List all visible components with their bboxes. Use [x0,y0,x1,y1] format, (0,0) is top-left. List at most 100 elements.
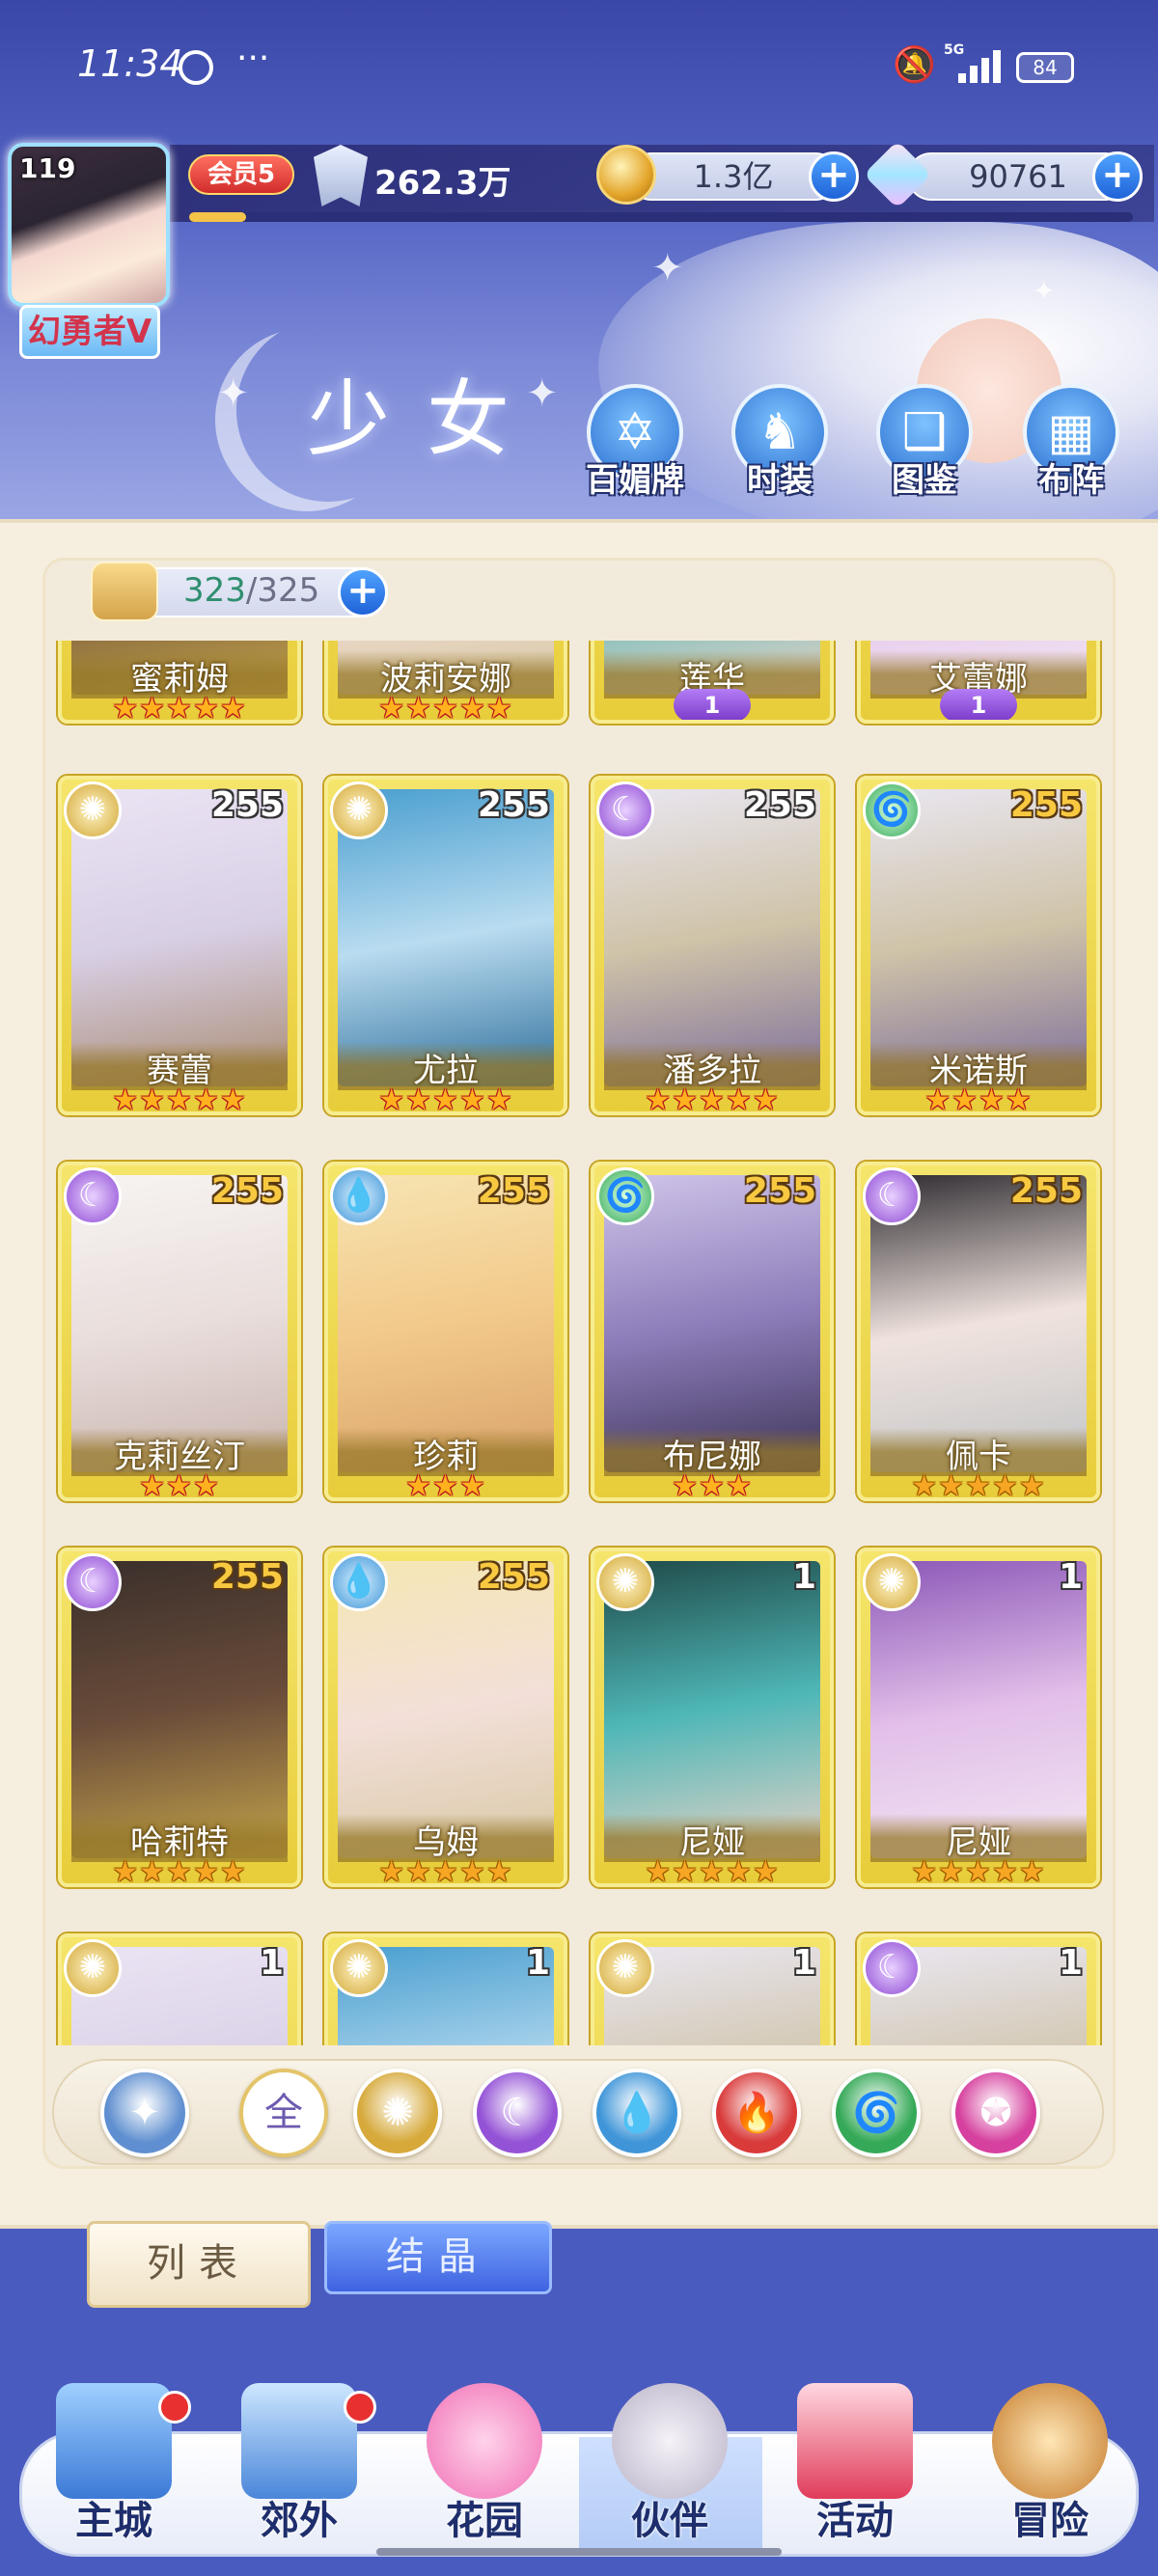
star-icon: ★ [699,1083,726,1115]
star-rating: ★★★★★ [861,1855,1096,1887]
sparkle-icon: ✦ [651,246,684,290]
character-card[interactable]: ✺ 1 [591,1933,834,2045]
bottom-nav-partner[interactable]: 伙伴 [583,2383,757,2566]
tab-list[interactable]: 列表 [87,2221,311,2308]
nav-button-fashion[interactable]: ♞ 时装 [722,384,838,500]
filter-rarity-button[interactable]: ✦ [100,2069,189,2157]
character-card[interactable]: 🌀 255 布尼娜 ★★★ [591,1162,834,1501]
nav-button-label: 图鉴 [892,461,957,500]
nav-button-card[interactable]: ✡ 百媚牌 [577,384,693,500]
filter-water-button[interactable]: 💧 [593,2069,681,2157]
character-card[interactable]: ✺ 255 赛蕾 ★★★★★ [58,776,301,1115]
star-icon: ★ [432,1469,459,1501]
star-icon: ★ [139,1083,167,1115]
character-card[interactable]: 蜜莉姆 ★★★★★ [58,641,301,724]
signal-icon [941,44,1001,83]
status-time: 11:34 [77,42,183,85]
star-icon: ★ [378,692,406,724]
home-indicator[interactable] [376,2548,782,2556]
star-icon: ★ [699,1469,726,1501]
star-icon: ★ [192,1083,220,1115]
bottom-nav-main-city[interactable]: 主城 [27,2383,201,2566]
nav-button-grid[interactable]: ▦ 布阵 [1013,384,1129,500]
character-card[interactable]: 莲华 1 [591,641,834,724]
bottom-nav-label: 活动 [816,2499,894,2543]
star-icon: ★ [378,1083,406,1115]
filter-fire-button[interactable]: 🔥 [712,2069,801,2157]
bottom-nav-adventure[interactable]: 冒险 [963,2383,1137,2566]
star-rating: ★★★★★ [328,1083,564,1115]
gold-amount: 1.3亿 [627,152,840,201]
star-icon: ★ [1005,1083,1033,1115]
star-icon: ★ [1018,1469,1046,1501]
star-icon: ★ [924,1083,952,1115]
character-card[interactable]: 💧 255 珍莉 ★★★ [324,1162,567,1501]
star-icon: ★ [485,692,513,724]
nav-button-label: 时装 [747,461,813,500]
nav-button-label: 布阵 [1038,461,1104,500]
star-rating: ★★★★★ [62,1083,297,1115]
character-card[interactable]: ☾ 1 [857,1933,1100,2045]
notification-dot [158,2391,191,2424]
sparkle-icon: ✦ [217,371,250,416]
nav-button-label: 百媚牌 [586,461,684,500]
character-card[interactable]: ☾ 255 哈莉特 ★★★★★ [58,1548,301,1887]
character-level: 255 [743,1171,816,1211]
add-gold-button[interactable]: + [809,151,859,202]
xp-bar-fill [189,212,246,222]
character-card[interactable]: 🌀 255 米诺斯 ★★★★ [857,776,1100,1115]
star-icon: ★ [139,1855,167,1887]
bottom-nav-activity[interactable]: 活动 [768,2383,942,2566]
bottom-nav-outskirts[interactable]: 郊外 [212,2383,386,2566]
character-level: 1 [791,1557,816,1597]
star-icon: ★ [991,1855,1019,1887]
character-card[interactable]: ✺ 1 [324,1933,567,2045]
character-card[interactable]: 💧 255 乌姆 ★★★★★ [324,1548,567,1887]
dark-element-icon: ☾ [64,1553,122,1611]
bottom-nav-label: 主城 [75,2499,152,2543]
character-card[interactable]: ✺ 1 尼娅 ★★★★★ [591,1548,834,1887]
nav-button-book[interactable]: ❑ 图鉴 [867,384,982,500]
character-card[interactable]: ☾ 255 佩卡 ★★★★★ [857,1162,1100,1501]
clock-icon [179,50,213,85]
light-element-icon: ✺ [64,781,122,839]
add-gems-button[interactable]: + [1092,151,1143,202]
star-rating: ★★★★★ [62,1855,297,1887]
filter-wind-button[interactable]: 🌀 [832,2069,921,2157]
character-card[interactable]: 艾蕾娜 1 [857,641,1100,724]
star-icon: ★ [458,1855,486,1887]
dark-element-icon: ☾ [596,781,654,839]
character-card[interactable]: ☾ 255 克莉丝汀 ★★★ [58,1162,301,1501]
star-rating: ★★★★★ [594,1855,830,1887]
capacity-current: 323 [183,571,246,610]
star-icon: ★ [485,1083,513,1115]
star-icon: ★ [192,1469,220,1501]
star-icon: ★ [1018,1855,1046,1887]
star-icon: ★ [911,1469,939,1501]
vip-badge[interactable]: 会员5 [188,154,294,195]
star-icon: ★ [219,1083,247,1115]
capacity-separator: / [245,571,258,610]
character-level: 255 [477,1171,550,1211]
bottom-nav-label: 冒险 [1011,2499,1089,2543]
character-card[interactable]: 波莉安娜 ★★★★★ [324,641,567,724]
filter-star-button[interactable]: ✪ [951,2069,1040,2157]
expand-capacity-button[interactable]: + [338,567,388,617]
star-icon: ★ [965,1855,992,1887]
star-icon: ★ [672,1083,700,1115]
star-icon: ★ [192,692,220,724]
bottom-nav-garden[interactable]: 花园 [398,2383,571,2566]
player-title-badge[interactable]: 幻勇者V [19,305,160,359]
character-card[interactable]: ✺ 1 尼娅 ★★★★★ [857,1548,1100,1887]
character-card[interactable]: ✺ 255 尤拉 ★★★★★ [324,776,567,1115]
filter-all-button[interactable]: 全 [239,2069,328,2157]
character-card[interactable]: ☾ 255 潘多拉 ★★★★★ [591,776,834,1115]
filter-light-button[interactable]: ✺ [353,2069,442,2157]
star-icon: ★ [725,1855,753,1887]
star-rating: ★★★★★ [861,1469,1096,1501]
character-card[interactable]: ✺ 1 [58,1933,301,2045]
filter-dark-button[interactable]: ☾ [473,2069,562,2157]
star-icon: ★ [405,1083,433,1115]
tab-crystal[interactable]: 结晶 [324,2221,552,2294]
combat-power-icon [314,145,368,206]
